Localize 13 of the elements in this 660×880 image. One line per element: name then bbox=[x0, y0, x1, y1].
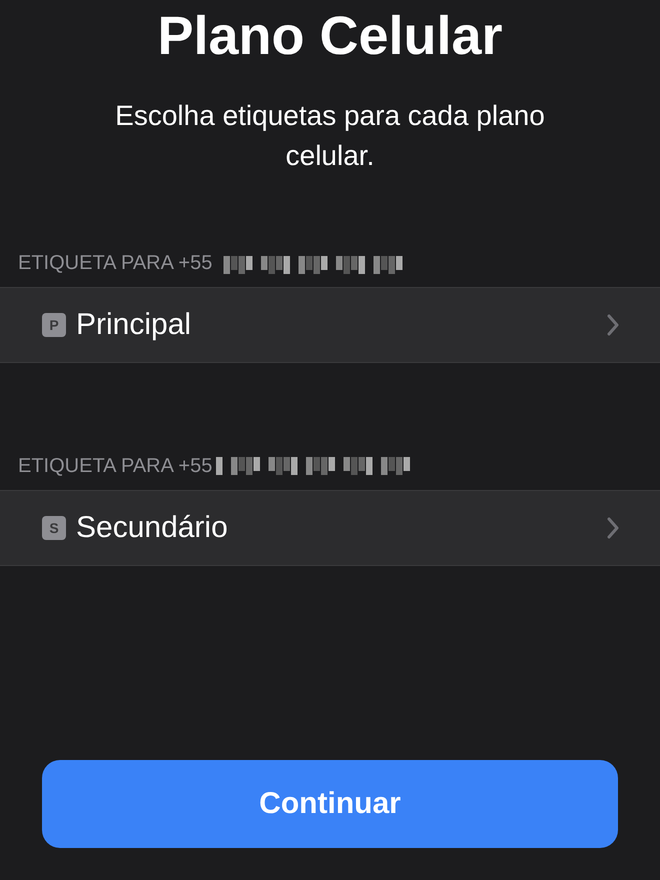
chevron-icon bbox=[606, 314, 620, 336]
section-header: ETIQUETA PARA +55 bbox=[18, 252, 212, 275]
label-row[interactable]: P Principal bbox=[0, 287, 660, 363]
label-name: Principal bbox=[76, 308, 192, 342]
continue-button[interactable]: Continuar bbox=[42, 760, 618, 848]
label-badge: P bbox=[42, 313, 66, 337]
chevron-icon bbox=[606, 517, 620, 539]
subtitle: Escolha etiquetas para cada plano celular. bbox=[114, 99, 546, 173]
label-row[interactable]: S Secundário bbox=[0, 490, 660, 566]
section-header: ETIQUETA PARA +55 bbox=[18, 455, 212, 478]
page-title: Plano Celular bbox=[156, 5, 504, 68]
label-name: Secundário bbox=[76, 511, 229, 545]
label-badge: S bbox=[42, 516, 66, 540]
